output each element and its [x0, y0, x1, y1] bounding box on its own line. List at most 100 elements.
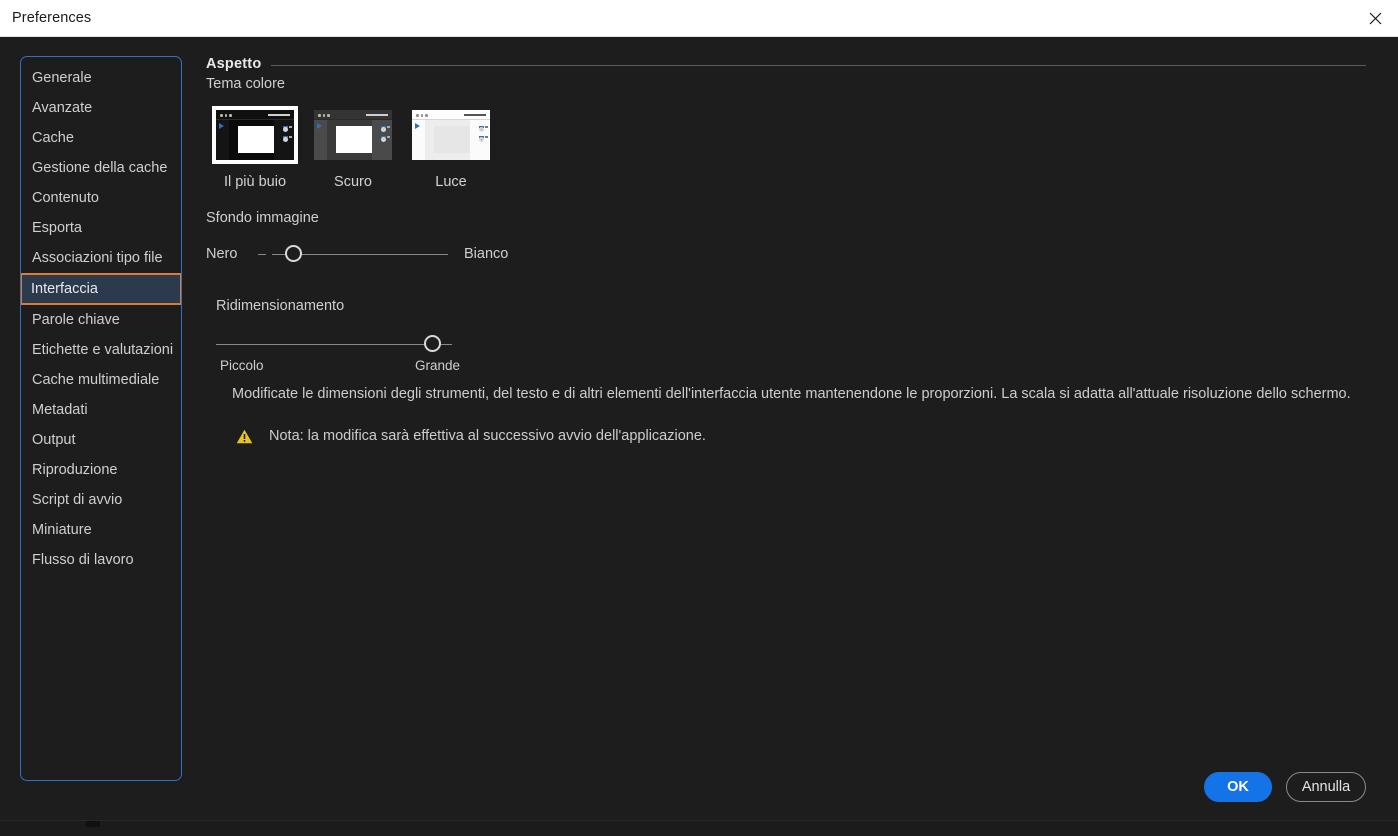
- sidebar-item-label: Script di avvio: [32, 492, 123, 508]
- mini-cursor-icon: [219, 123, 224, 129]
- sidebar-item-cache-multimediale[interactable]: Cache multimediale: [21, 365, 181, 395]
- theme-option-2[interactable]: Luce: [402, 106, 500, 190]
- sidebar-item-label: Output: [32, 432, 76, 448]
- resize-endpoint-labels: Piccolo Grande: [210, 358, 460, 376]
- mini-slider-1: [381, 126, 390, 132]
- theme-option-label: Il più buio: [223, 174, 287, 190]
- theme-thumbnail: [408, 106, 494, 164]
- interface-settings-panel: Aspetto Tema colore Il più buio Scuro Luce…: [206, 56, 1366, 444]
- sidebar-item-script-di-avvio[interactable]: Script di avvio: [21, 485, 181, 515]
- theme-thumbnail: [212, 106, 298, 164]
- taskbar-blip: [86, 821, 100, 827]
- sidebar-item-label: Associazioni tipo file: [32, 250, 163, 266]
- warning-triangle-icon: [236, 429, 253, 443]
- mini-canvas: [238, 126, 278, 153]
- sidebar-item-label: Riproduzione: [32, 462, 118, 478]
- mini-slider-2: [283, 136, 292, 142]
- title-bar: Preferences: [0, 0, 1398, 37]
- window-title: Preferences: [12, 10, 92, 26]
- theme-option-label: Scuro: [334, 174, 372, 190]
- sidebar-item-label: Esporta: [32, 220, 82, 236]
- resize-slider[interactable]: [216, 334, 452, 354]
- theme-thumbnail: [310, 106, 396, 164]
- sidebar-item-label: Etichette e valutazioni: [32, 342, 174, 358]
- sidebar-item-metadati[interactable]: Metadati: [21, 395, 181, 425]
- sidebar-item-contenuto[interactable]: Contenuto: [21, 183, 181, 213]
- mini-toolbar-line: [268, 114, 290, 116]
- image-background-slider[interactable]: [258, 244, 448, 264]
- sidebar-item-riproduzione[interactable]: Riproduzione: [21, 455, 181, 485]
- mini-canvas: [336, 126, 376, 153]
- ok-button[interactable]: OK: [1204, 772, 1272, 802]
- section-divider: [271, 64, 1366, 66]
- mini-toolbar-line: [464, 114, 486, 116]
- sidebar-item-interfaccia[interactable]: Interfaccia: [21, 273, 181, 305]
- image-background-min-label: Nero: [206, 246, 238, 262]
- image-background-slider-row: Nero Bianco: [206, 244, 1366, 264]
- sidebar-item-label: Metadati: [32, 402, 88, 418]
- sidebar-item-label: Gestione della cache: [32, 160, 168, 176]
- sidebar-item-associazioni-tipo-file[interactable]: Associazioni tipo file: [21, 243, 181, 273]
- mini-window-dots-icon: [318, 114, 330, 117]
- mini-toolbar-line: [366, 114, 388, 116]
- resize-slider-knob[interactable]: [424, 335, 442, 352]
- resize-description: Modificate le dimensioni degli strumenti…: [232, 386, 1351, 402]
- theme-mini-window: [216, 110, 294, 160]
- mini-slider-2: [479, 136, 488, 142]
- sidebar-item-label: Contenuto: [32, 190, 99, 206]
- sidebar-item-esporta[interactable]: Esporta: [21, 213, 181, 243]
- resize-slider-track: [216, 343, 452, 345]
- dialog-footer: OK Annulla: [1204, 772, 1366, 802]
- sidebar-item-flusso-di-lavoro[interactable]: Flusso di lavoro: [21, 545, 181, 575]
- theme-mini-window: [412, 110, 490, 160]
- section-header: Aspetto: [206, 56, 1366, 72]
- section-title: Aspetto: [206, 56, 262, 72]
- mini-window-dots-icon: [220, 114, 232, 117]
- sidebar-item-miniature[interactable]: Miniature: [21, 515, 181, 545]
- mini-window-dots-icon: [416, 114, 428, 117]
- image-background-label: Sfondo immagine: [206, 210, 319, 226]
- theme-mini-window: [314, 110, 392, 160]
- color-theme-options[interactable]: Il più buio Scuro Luce: [206, 106, 1366, 190]
- sidebar-item-parole-chiave[interactable]: Parole chiave: [21, 305, 181, 335]
- mini-slider-2: [381, 136, 390, 142]
- sidebar-item-etichette-e-valutazioni[interactable]: Etichette e valutazioni: [21, 335, 181, 365]
- preferences-category-list[interactable]: Generale Avanzate Cache Gestione della cach…: [20, 56, 182, 781]
- mini-cursor-icon: [415, 123, 420, 129]
- sidebar-item-label: Parole chiave: [32, 312, 120, 328]
- restart-note-text: Nota: la modifica sarà effettiva al succ…: [269, 428, 706, 444]
- sidebar-item-label: Cache multimediale: [32, 372, 160, 388]
- resize-block: Ridimensionamento Piccolo Grande: [206, 298, 1366, 376]
- mini-canvas: [434, 126, 474, 153]
- theme-option-1[interactable]: Scuro: [304, 106, 402, 190]
- image-background-max-label: Bianco: [464, 246, 509, 262]
- sidebar-item-cache[interactable]: Cache: [21, 123, 181, 153]
- cancel-button[interactable]: Annulla: [1286, 772, 1366, 802]
- sidebar-item-output[interactable]: Output: [21, 425, 181, 455]
- resize-min-label: Piccolo: [220, 358, 264, 373]
- close-icon: [1369, 12, 1381, 24]
- close-button[interactable]: [1352, 0, 1398, 36]
- os-taskbar-strip: [0, 820, 1398, 836]
- mini-slider-1: [479, 126, 488, 132]
- sidebar-item-label: Flusso di lavoro: [32, 552, 134, 568]
- sidebar-item-label: Miniature: [32, 522, 92, 538]
- image-background-slider-knob[interactable]: [284, 245, 302, 262]
- sidebar-item-label: Cache: [32, 130, 74, 146]
- sidebar-item-label: Interfaccia: [31, 281, 98, 297]
- slider-tick: [258, 253, 266, 255]
- sidebar-item-avanzate[interactable]: Avanzate: [21, 93, 181, 123]
- sidebar-item-gestione-della-cache[interactable]: Gestione della cache: [21, 153, 181, 183]
- restart-note: Nota: la modifica sarà effettiva al succ…: [236, 428, 1366, 444]
- theme-option-0[interactable]: Il più buio: [206, 106, 304, 190]
- sidebar-item-label: Generale: [32, 70, 92, 86]
- color-theme-label: Tema colore: [206, 76, 285, 92]
- sidebar-item-label: Avanzate: [32, 100, 93, 116]
- sidebar-item-generale[interactable]: Generale: [21, 63, 181, 93]
- resize-max-label: Grande: [414, 358, 460, 373]
- mini-slider-1: [283, 126, 292, 132]
- mini-cursor-icon: [317, 123, 322, 129]
- preferences-dialog: Generale Avanzate Cache Gestione della cach…: [0, 37, 1398, 820]
- theme-option-label: Luce: [435, 174, 467, 190]
- resize-label: Ridimensionamento: [216, 298, 345, 314]
